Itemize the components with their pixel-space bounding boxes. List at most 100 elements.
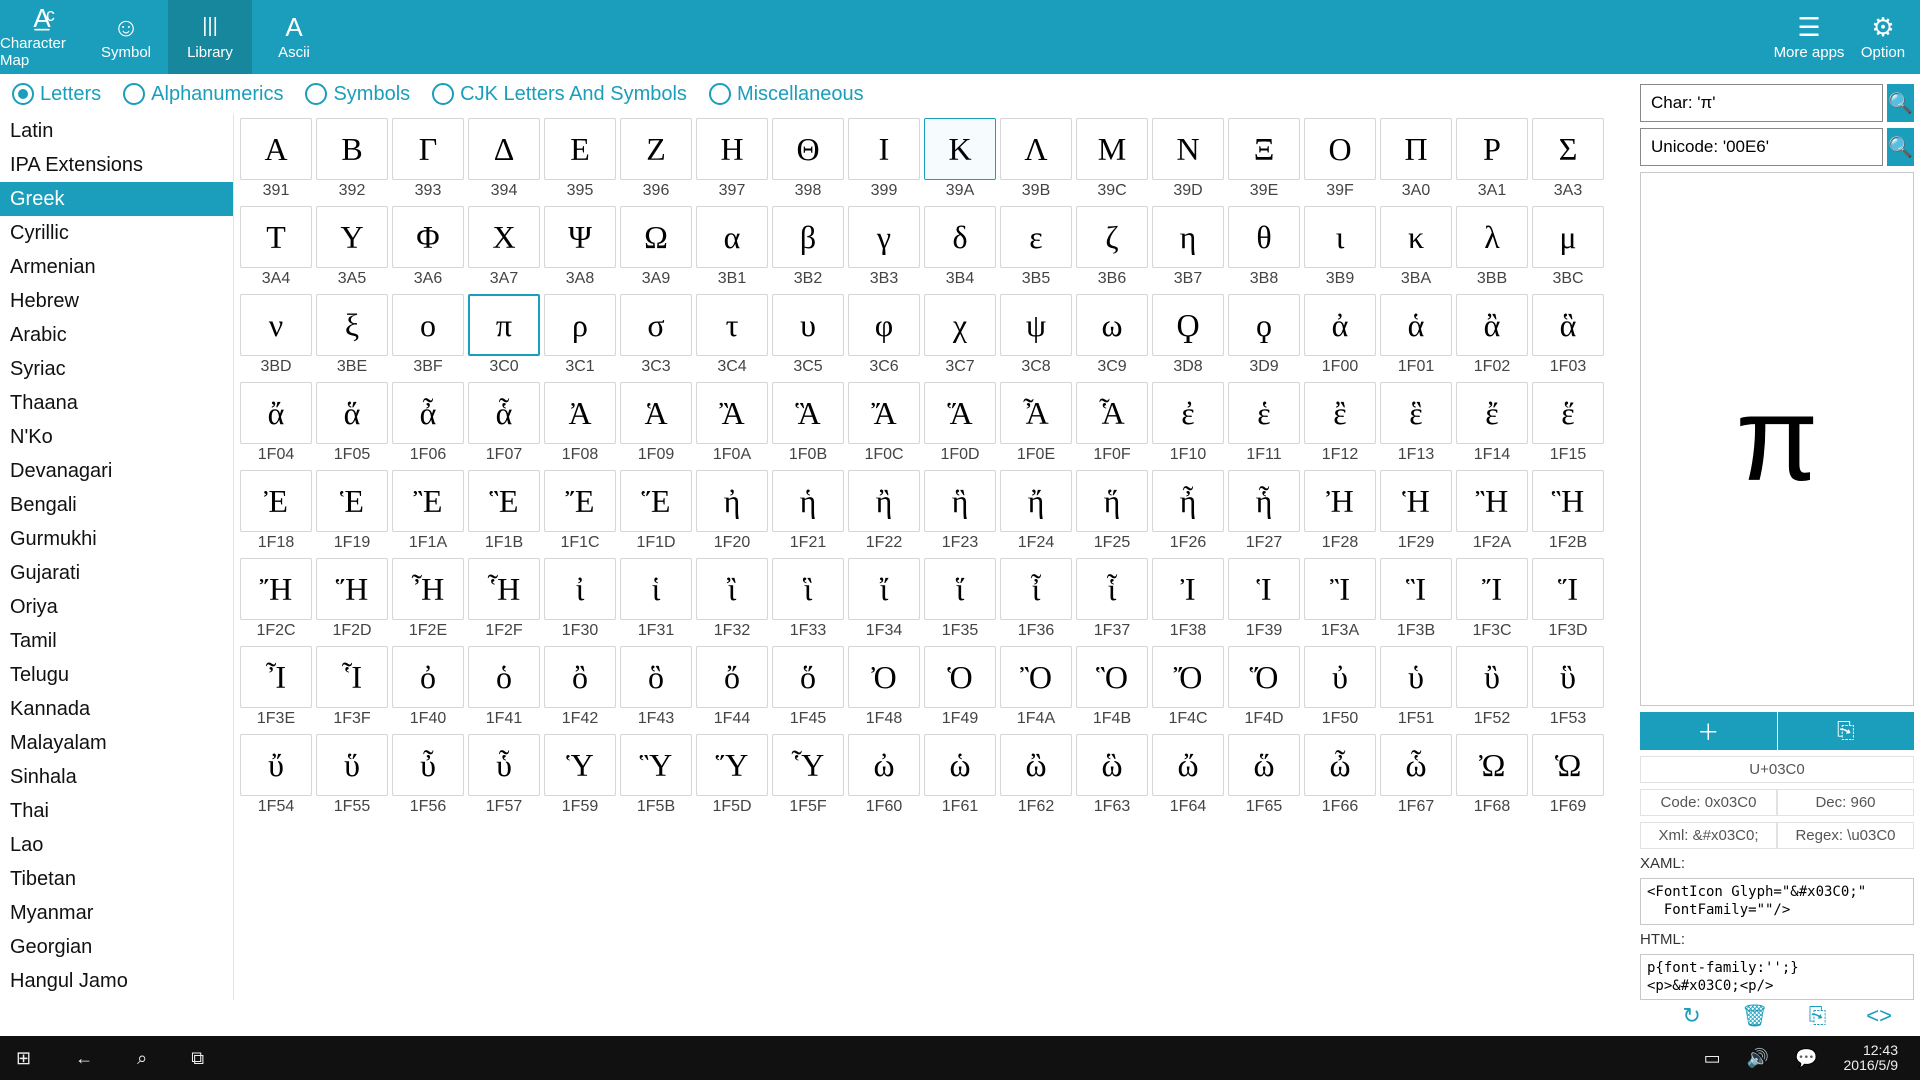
- char-glyph[interactable]: ὠ: [848, 734, 920, 796]
- char-glyph[interactable]: ἶ: [1000, 558, 1072, 620]
- char-glyph[interactable]: Ρ: [1456, 118, 1528, 180]
- tab-ascii[interactable]: A Ascii: [252, 0, 336, 74]
- char-glyph[interactable]: ἅ: [316, 382, 388, 444]
- char-glyph[interactable]: μ: [1532, 206, 1604, 268]
- sidebar-item-devanagari[interactable]: Devanagari: [0, 454, 233, 488]
- sidebar-item-tibetan[interactable]: Tibetan: [0, 862, 233, 896]
- char-glyph[interactable]: Ἓ: [468, 470, 540, 532]
- char-glyph[interactable]: Ἤ: [240, 558, 312, 620]
- char-glyph[interactable]: ἆ: [392, 382, 464, 444]
- char-glyph[interactable]: Ν: [1152, 118, 1224, 180]
- start-icon[interactable]: ⊞: [16, 1048, 31, 1069]
- char-glyph[interactable]: ὥ: [1228, 734, 1300, 796]
- char-glyph[interactable]: Ξ: [1228, 118, 1300, 180]
- char-glyph[interactable]: Ο: [1304, 118, 1376, 180]
- tab-symbol[interactable]: ☺ Symbol: [84, 0, 168, 74]
- char-glyph[interactable]: ὦ: [1304, 734, 1376, 796]
- search-icon[interactable]: ⌕: [137, 1048, 147, 1069]
- char-glyph[interactable]: π: [468, 294, 540, 356]
- char-glyph[interactable]: κ: [1380, 206, 1452, 268]
- sidebar-item-arabic[interactable]: Arabic: [0, 318, 233, 352]
- char-glyph[interactable]: Δ: [468, 118, 540, 180]
- char-glyph[interactable]: Ἢ: [1456, 470, 1528, 532]
- char-glyph[interactable]: ἓ: [1380, 382, 1452, 444]
- char-glyph[interactable]: ἣ: [924, 470, 996, 532]
- task-view-icon[interactable]: ⧉: [191, 1048, 204, 1069]
- char-glyph[interactable]: Ϙ: [1152, 294, 1224, 356]
- filter-symbols[interactable]: Symbols: [305, 83, 410, 106]
- sidebar-item-hebrew[interactable]: Hebrew: [0, 284, 233, 318]
- char-glyph[interactable]: ἃ: [1532, 294, 1604, 356]
- char-glyph[interactable]: α: [696, 206, 768, 268]
- sidebar-item-cyrillic[interactable]: Cyrillic: [0, 216, 233, 250]
- char-glyph[interactable]: ὣ: [1076, 734, 1148, 796]
- char-glyph[interactable]: Ἑ: [316, 470, 388, 532]
- char-glyph[interactable]: χ: [924, 294, 996, 356]
- char-glyph[interactable]: Β: [316, 118, 388, 180]
- char-glyph[interactable]: ἳ: [772, 558, 844, 620]
- search-char-input[interactable]: [1640, 84, 1883, 122]
- char-glyph[interactable]: φ: [848, 294, 920, 356]
- delete-button[interactable]: 🗑: [1741, 1003, 1769, 1029]
- sidebar-item-thai[interactable]: Thai: [0, 794, 233, 828]
- char-glyph[interactable]: Η: [696, 118, 768, 180]
- char-glyph[interactable]: ὐ: [1304, 646, 1376, 708]
- tab-more-apps[interactable]: ☰ More apps: [1772, 0, 1846, 74]
- char-glyph[interactable]: Θ: [772, 118, 844, 180]
- char-glyph[interactable]: η: [1152, 206, 1224, 268]
- char-glyph[interactable]: Ἳ: [1380, 558, 1452, 620]
- char-glyph[interactable]: ὓ: [1532, 646, 1604, 708]
- filter-letters[interactable]: Letters: [12, 83, 101, 106]
- filter-miscellaneous[interactable]: Miscellaneous: [709, 83, 864, 106]
- char-glyph[interactable]: ψ: [1000, 294, 1072, 356]
- sidebar-item-telugu[interactable]: Telugu: [0, 658, 233, 692]
- sidebar-item-syriac[interactable]: Syriac: [0, 352, 233, 386]
- char-glyph[interactable]: Κ: [924, 118, 996, 180]
- char-glyph[interactable]: ρ: [544, 294, 616, 356]
- char-glyph[interactable]: τ: [696, 294, 768, 356]
- char-glyph[interactable]: Ὕ: [696, 734, 768, 796]
- char-glyph[interactable]: ὁ: [468, 646, 540, 708]
- char-glyph[interactable]: Ὠ: [1456, 734, 1528, 796]
- char-glyph[interactable]: Ἕ: [620, 470, 692, 532]
- char-glyph[interactable]: Ε: [544, 118, 616, 180]
- code-button[interactable]: <>: [1866, 1003, 1892, 1029]
- char-glyph[interactable]: Μ: [1076, 118, 1148, 180]
- char-glyph[interactable]: ε: [1000, 206, 1072, 268]
- char-glyph[interactable]: υ: [772, 294, 844, 356]
- char-glyph[interactable]: β: [772, 206, 844, 268]
- char-glyph[interactable]: Ἒ: [392, 470, 464, 532]
- char-glyph[interactable]: ἠ: [696, 470, 768, 532]
- clock[interactable]: 12:43 2016/5/9: [1844, 1043, 1899, 1074]
- char-glyph[interactable]: ἁ: [1380, 294, 1452, 356]
- char-glyph[interactable]: ἱ: [620, 558, 692, 620]
- char-glyph[interactable]: ὃ: [620, 646, 692, 708]
- char-glyph[interactable]: Ἲ: [1304, 558, 1376, 620]
- char-glyph[interactable]: Ὓ: [620, 734, 692, 796]
- char-glyph[interactable]: ἕ: [1532, 382, 1604, 444]
- char-glyph[interactable]: ὗ: [468, 734, 540, 796]
- sidebar-item-lao[interactable]: Lao: [0, 828, 233, 862]
- char-glyph[interactable]: Ἰ: [1152, 558, 1224, 620]
- char-glyph[interactable]: ὂ: [544, 646, 616, 708]
- tab-character-map[interactable]: A̲ͨ Character Map: [0, 0, 84, 74]
- char-glyph[interactable]: Ὗ: [772, 734, 844, 796]
- char-glyph[interactable]: Π: [1380, 118, 1452, 180]
- char-glyph[interactable]: δ: [924, 206, 996, 268]
- char-glyph[interactable]: ὧ: [1380, 734, 1452, 796]
- char-glyph[interactable]: Ὑ: [544, 734, 616, 796]
- filter-cjk-letters-and-symbols[interactable]: CJK Letters And Symbols: [432, 83, 687, 106]
- char-glyph[interactable]: ἦ: [1152, 470, 1224, 532]
- sidebar-item-gujarati[interactable]: Gujarati: [0, 556, 233, 590]
- search-char-button[interactable]: 🔍: [1887, 84, 1914, 122]
- char-glyph[interactable]: ξ: [316, 294, 388, 356]
- char-glyph[interactable]: ἢ: [848, 470, 920, 532]
- sidebar-item-latin[interactable]: Latin: [0, 114, 233, 148]
- sidebar-item-ethiopic[interactable]: Ethiopic: [0, 998, 233, 1000]
- sidebar-item-georgian[interactable]: Georgian: [0, 930, 233, 964]
- sidebar-item-bengali[interactable]: Bengali: [0, 488, 233, 522]
- char-glyph[interactable]: ὖ: [392, 734, 464, 796]
- char-glyph[interactable]: Ἇ: [1076, 382, 1148, 444]
- tab-library[interactable]: ꔖ Library: [168, 0, 252, 74]
- char-glyph[interactable]: ὑ: [1380, 646, 1452, 708]
